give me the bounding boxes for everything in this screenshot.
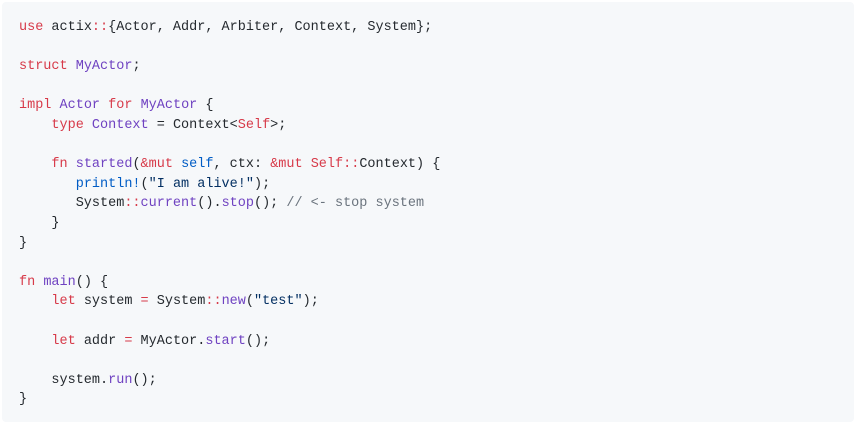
- code-line: impl Actor for MyActor {: [19, 96, 854, 116]
- code-token: start: [205, 333, 246, 349]
- code-token: ::: [124, 196, 141, 212]
- code-token: fn: [19, 274, 36, 290]
- code-line: use actix::{Actor, Addr, Arbiter, Contex…: [19, 18, 854, 38]
- code-token: Context: [91, 117, 149, 133]
- code-token: self: [181, 157, 214, 173]
- code-token: >;: [270, 117, 287, 133]
- code-token: MyActor: [75, 59, 133, 75]
- code-line: fn started(&mut self, ctx: &mut Self::Co…: [19, 155, 854, 175]
- code-token: {Actor, Addr, Arbiter, Context, System};: [108, 20, 433, 35]
- code-token: use: [19, 20, 44, 35]
- code-token: {: [197, 98, 214, 114]
- code-listing: use actix::{Actor, Addr, Arbiter, Contex…: [19, 18, 854, 410]
- code-token: "test": [253, 294, 303, 310]
- code-line: let addr = MyActor.start();: [19, 332, 854, 352]
- code-line: let system = System::new("test");: [19, 292, 854, 312]
- code-token: Actor: [59, 98, 101, 114]
- code-token: system.: [19, 372, 109, 388]
- code-token: );: [302, 294, 319, 310]
- code-line: type Context = Context<Self>;: [19, 116, 854, 136]
- code-token: "I am alive!": [148, 176, 254, 192]
- code-token: (: [245, 294, 254, 310]
- code-token: for: [108, 98, 133, 114]
- code-token: impl: [19, 98, 52, 114]
- code-token: type: [51, 117, 84, 133]
- code-token: ();: [132, 372, 157, 388]
- code-token: }: [19, 215, 60, 231]
- code-token: let: [51, 294, 76, 310]
- code-token: new: [221, 294, 246, 310]
- code-token: () {: [75, 274, 109, 290]
- code-token: started: [75, 157, 133, 173]
- code-token: &mut: [270, 157, 303, 173]
- code-token: fn: [51, 157, 68, 173]
- code-token: }: [19, 235, 28, 251]
- code-token: let: [51, 333, 76, 349]
- code-token: addr: [75, 333, 125, 349]
- code-block: use actix::{Actor, Addr, Arbiter, Contex…: [2, 2, 854, 422]
- code-token: current: [140, 196, 198, 212]
- code-token: struct: [19, 59, 68, 75]
- code-token: MyActor.: [132, 333, 206, 349]
- code-token: ().: [197, 196, 222, 212]
- code-line: system.run();: [19, 371, 854, 391]
- code-token: stop: [221, 196, 254, 212]
- code-token: Self: [310, 157, 344, 173]
- code-token: Context) {: [359, 157, 441, 173]
- code-line: println!("I am alive!");: [19, 175, 854, 195]
- code-token: }: [19, 392, 28, 408]
- code-line: struct MyActor;: [19, 57, 854, 77]
- code-token: run: [108, 372, 133, 388]
- code-token: ::: [91, 20, 109, 35]
- code-line: }: [19, 390, 854, 410]
- code-token: , ctx:: [213, 157, 271, 173]
- code-token: = Context<: [148, 117, 238, 133]
- code-token: MyActor: [140, 98, 198, 114]
- code-token: );: [253, 176, 271, 192]
- code-token: println!: [75, 176, 141, 192]
- code-token: actix: [43, 20, 92, 35]
- code-token: ::: [205, 294, 222, 310]
- code-line: System::current().stop(); // <- stop sys…: [19, 194, 854, 214]
- code-token: system: [75, 294, 141, 310]
- code-line: }: [19, 214, 854, 234]
- code-line: fn main() {: [19, 273, 854, 293]
- code-token: (: [132, 157, 141, 173]
- code-line: }: [19, 234, 854, 254]
- code-token: // <- stop system: [286, 196, 425, 212]
- code-token: ::: [343, 157, 360, 173]
- code-token: (: [140, 176, 149, 192]
- code-token: System: [19, 196, 125, 212]
- code-token: =: [140, 294, 149, 310]
- code-token: ();: [245, 333, 271, 349]
- code-token: ();: [253, 196, 287, 212]
- code-token: Self: [237, 117, 271, 133]
- code-token: System: [148, 294, 206, 310]
- code-token: ;: [132, 59, 141, 75]
- code-token: &mut: [140, 157, 173, 173]
- code-token: main: [43, 274, 76, 290]
